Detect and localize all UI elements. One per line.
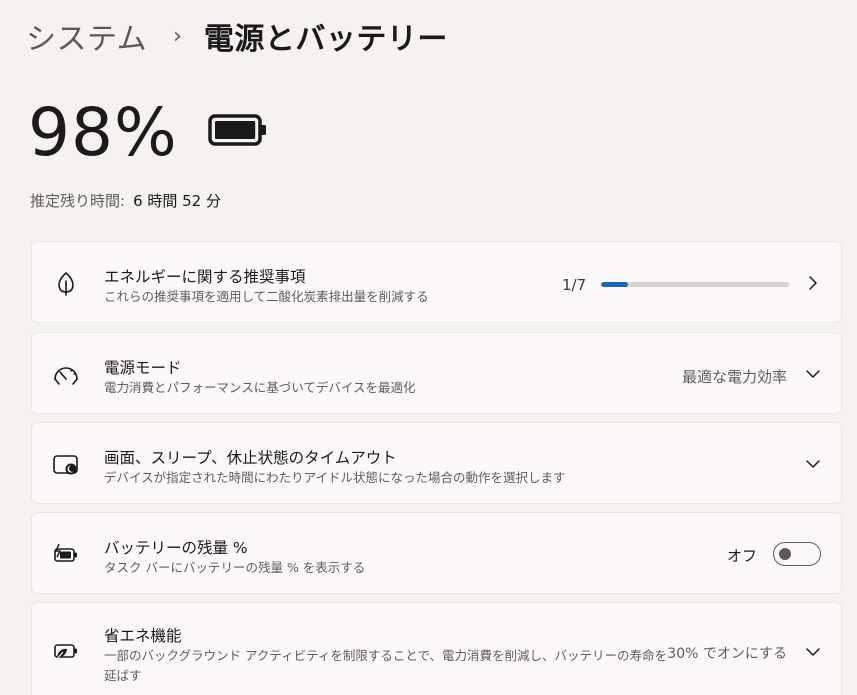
card-title: 省エネ機能 <box>104 627 182 645</box>
screen-sleep-icon <box>52 451 80 479</box>
card-description-line-2: 延ばす <box>104 668 142 683</box>
card-title: エネルギーに関する推奨事項 <box>104 268 306 286</box>
battery-full-icon <box>207 114 266 146</box>
battery-status: 98% <box>28 92 268 172</box>
energy-recommendations-card[interactable]: エネルギーに関する推奨事項 これらの推奨事項を適用して二酸化炭素排出量を削減する… <box>31 241 842 323</box>
chevron-right-icon[interactable] <box>805 275 821 291</box>
recommendation-progress-text: 1/7 <box>562 276 587 294</box>
leaf-icon <box>52 270 80 298</box>
recommendation-progress-bar <box>601 282 789 287</box>
energy-saver-threshold-select[interactable]: 30% でオンにする <box>667 643 787 663</box>
card-description: これらの推奨事項を適用して二酸化炭素排出量を削減する <box>104 289 429 304</box>
battery-saver-icon <box>52 637 80 665</box>
remaining-label: 推定残り時間: <box>30 192 126 210</box>
estimated-time-remaining: 推定残り時間: 6 時間 52 分 <box>30 190 221 211</box>
toggle-state-label: オフ <box>726 547 757 565</box>
chevron-down-icon[interactable] <box>805 644 821 660</box>
breadcrumb-system[interactable]: システム <box>26 14 147 58</box>
breadcrumb-separator-icon: › <box>173 23 182 49</box>
power-mode-card[interactable]: 電源モード 電力消費とパフォーマンスに基づいてデバイスを最適化 最適な電力効率 <box>31 332 842 414</box>
chevron-down-icon[interactable] <box>805 366 821 382</box>
power-mode-gauge-icon <box>52 361 80 389</box>
battery-percentage-toggle[interactable] <box>773 542 821 566</box>
battery-charging-icon <box>52 541 80 569</box>
power-mode-select[interactable]: 最適な電力効率 <box>682 366 787 387</box>
breadcrumb: システム › 電源とバッテリー <box>26 14 448 58</box>
card-description-line-1: 一部のバックグラウンド アクティビティを制限することで、電力消費を削減し、バッテ… <box>104 648 667 663</box>
card-description: デバイスが指定された時間にわたりアイドル状態になった場合の動作を選択します <box>104 470 566 485</box>
recommendation-progress-fill <box>601 282 628 287</box>
energy-saver-card[interactable]: 省エネ機能 一部のバックグラウンド アクティビティを制限することで、電力消費を削… <box>31 602 842 695</box>
chevron-down-icon[interactable] <box>805 456 821 472</box>
page-title: 電源とバッテリー <box>203 22 448 57</box>
battery-percentage-card: バッテリーの残量 % タスク バーにバッテリーの残量 % を表示する オフ <box>31 512 842 594</box>
screen-sleep-timeout-card[interactable]: 画面、スリープ、休止状態のタイムアウト デバイスが指定された時間にわたりアイドル… <box>31 422 842 504</box>
card-title: 画面、スリープ、休止状態のタイムアウト <box>104 449 397 467</box>
battery-percent: 98% <box>28 93 178 171</box>
card-description: 電力消費とパフォーマンスに基づいてデバイスを最適化 <box>104 380 416 395</box>
card-title: バッテリーの残量 % <box>104 539 248 557</box>
toggle-knob <box>779 548 791 560</box>
card-title: 電源モード <box>104 359 182 377</box>
remaining-value: 6 時間 52 分 <box>133 192 221 210</box>
settings-page: システム › 電源とバッテリー 98% 推定残り時間: 6 時間 52 分 エネ… <box>0 0 857 695</box>
card-description: タスク バーにバッテリーの残量 % を表示する <box>104 560 366 575</box>
